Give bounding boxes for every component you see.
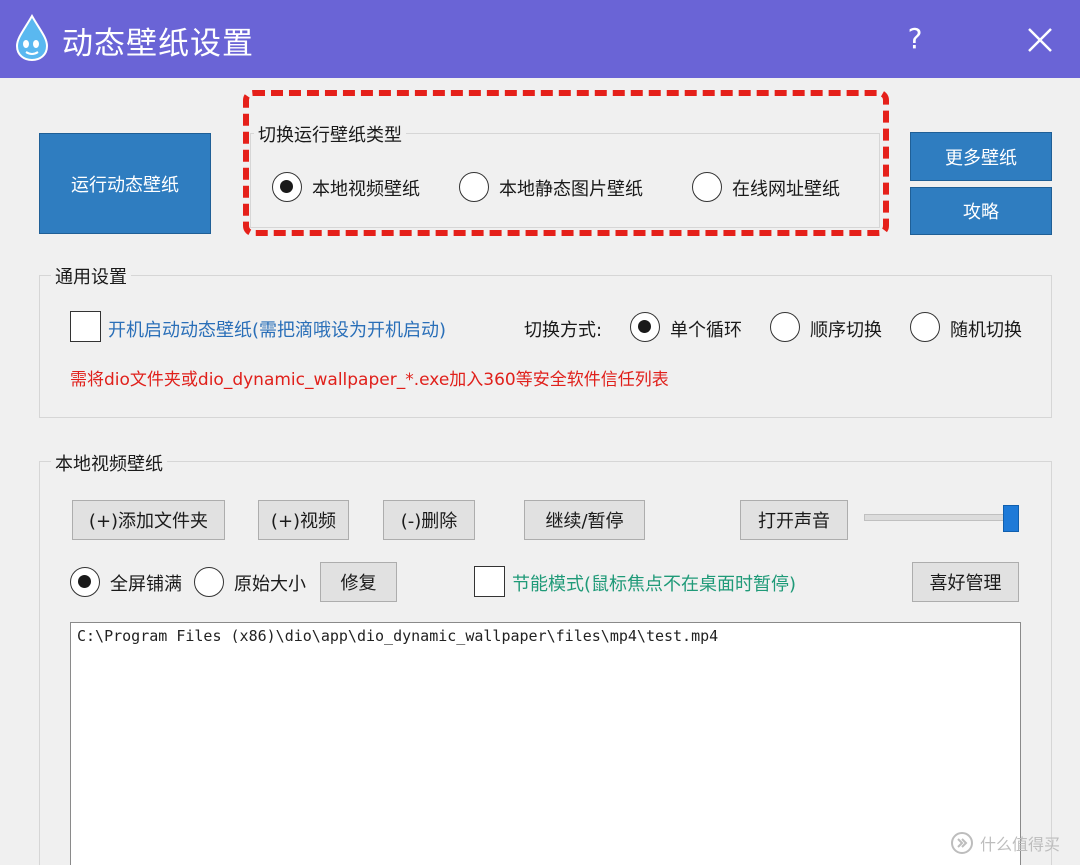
favorites-button[interactable]: 喜好管理 <box>912 562 1019 602</box>
local-video-title: 本地视频壁纸 <box>51 450 167 476</box>
add-video-button[interactable]: (+)视频 <box>258 500 349 540</box>
radio-single-loop-label: 单个循环 <box>670 320 742 341</box>
radio-local-video-label: 本地视频壁纸 <box>312 179 420 200</box>
title-bar: 动态壁纸设置 ? <box>0 0 1080 78</box>
resume-pause-button[interactable]: 继续/暂停 <box>524 500 645 540</box>
run-wallpaper-button[interactable]: 运行动态壁纸 <box>39 133 211 234</box>
energy-saving-label[interactable]: 节能模式(鼠标焦点不在桌面时暂停) <box>512 570 796 596</box>
autostart-label[interactable]: 开机启动动态壁纸(需把滴哦设为开机启动) <box>108 316 446 342</box>
close-icon[interactable] <box>1018 18 1062 62</box>
radio-local-image-label: 本地静态图片壁纸 <box>499 179 643 200</box>
autostart-checkbox[interactable] <box>70 311 101 342</box>
radio-sequential[interactable] <box>770 312 800 342</box>
list-item[interactable]: C:\Program Files (x86)\dio\app\dio_dynam… <box>77 627 718 645</box>
radio-single-loop[interactable] <box>630 312 660 342</box>
window-title: 动态壁纸设置 <box>62 26 254 62</box>
water-drop-icon <box>15 14 49 62</box>
warning-text: 需将dio文件夹或dio_dynamic_wallpaper_*.exe加入36… <box>70 370 669 390</box>
video-file-list[interactable]: C:\Program Files (x86)\dio\app\dio_dynam… <box>70 622 1021 865</box>
radio-local-video[interactable] <box>272 172 302 202</box>
volume-slider-track[interactable] <box>864 514 1014 521</box>
add-folder-button[interactable]: (+)添加文件夹 <box>72 500 225 540</box>
help-button[interactable]: ? <box>898 20 932 58</box>
radio-fullscreen[interactable] <box>70 567 100 597</box>
energy-saving-checkbox[interactable] <box>474 566 505 597</box>
general-settings-group <box>39 275 1052 418</box>
general-settings-title: 通用设置 <box>51 263 131 289</box>
more-wallpapers-button[interactable]: 更多壁纸 <box>910 132 1052 181</box>
volume-slider-thumb[interactable] <box>1003 505 1019 532</box>
radio-random[interactable] <box>910 312 940 342</box>
radio-original-size-label: 原始大小 <box>234 574 306 595</box>
radio-online-url-label: 在线网址壁纸 <box>732 179 840 200</box>
delete-button[interactable]: (-)删除 <box>383 500 475 540</box>
watermark: 什么值得买 <box>950 828 1074 858</box>
watermark-text: 什么值得买 <box>980 835 1061 854</box>
radio-online-url[interactable] <box>692 172 722 202</box>
radio-original-size[interactable] <box>194 567 224 597</box>
guide-button[interactable]: 攻略 <box>910 187 1052 235</box>
radio-sequential-label: 顺序切换 <box>810 320 882 341</box>
switch-type-title: 切换运行壁纸类型 <box>254 121 406 147</box>
switch-mode-label: 切换方式: <box>524 320 603 341</box>
radio-local-image[interactable] <box>459 172 489 202</box>
watermark-logo-icon <box>951 832 973 854</box>
radio-fullscreen-label: 全屏铺满 <box>110 574 182 595</box>
repair-button[interactable]: 修复 <box>320 562 397 602</box>
open-sound-button[interactable]: 打开声音 <box>740 500 848 540</box>
radio-random-label: 随机切换 <box>950 320 1022 341</box>
